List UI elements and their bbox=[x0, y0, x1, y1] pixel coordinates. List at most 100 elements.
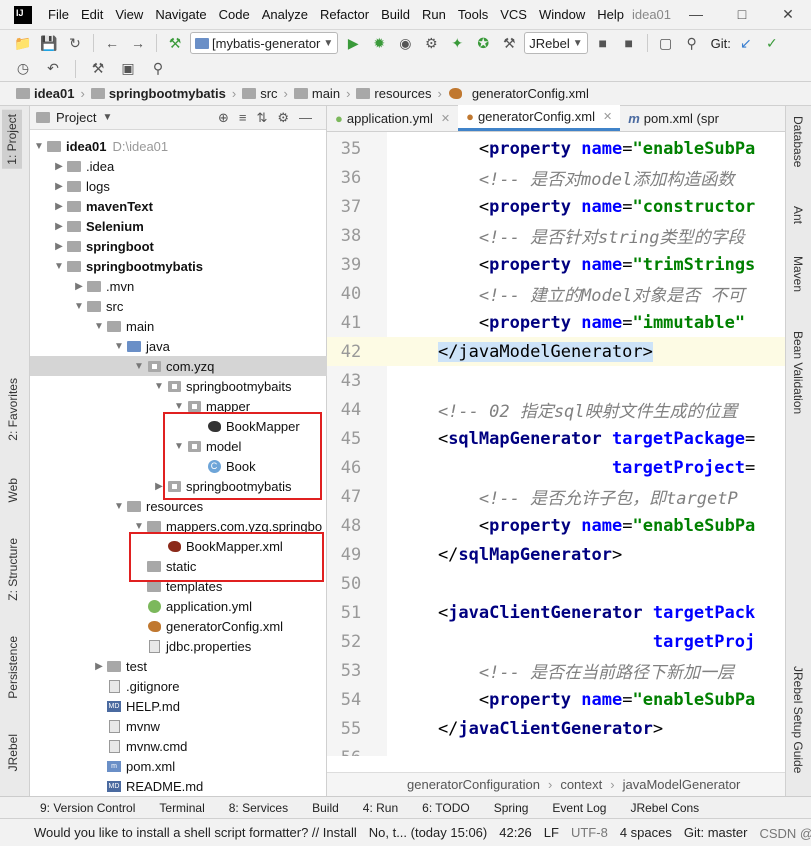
tree-item[interactable]: ▼ src bbox=[30, 296, 327, 316]
collapse-icon[interactable]: ≡ bbox=[239, 110, 247, 126]
tree-item[interactable]: jdbc.properties bbox=[30, 636, 327, 656]
code-line[interactable]: 49 </sqlMapGenerator> bbox=[327, 540, 785, 569]
breadcrumb-item[interactable]: resources bbox=[356, 86, 431, 101]
back-arrow-icon[interactable]: ← bbox=[101, 33, 123, 53]
git-commit-icon[interactable]: ✓ bbox=[761, 33, 783, 53]
editor-breadcrumb-item[interactable]: context bbox=[560, 777, 602, 792]
code-line[interactable]: 40 <!-- 建立的Model对象是否 不可 bbox=[327, 279, 785, 308]
tree-item[interactable]: ▼ springbootmybatis bbox=[30, 256, 327, 276]
tool-version-control[interactable]: 9: Version Control bbox=[40, 801, 135, 815]
code-line[interactable]: 37 <property name="constructor bbox=[327, 192, 785, 221]
tab-favorites[interactable]: 2: Favorites bbox=[6, 378, 20, 441]
breadcrumb-item[interactable]: main bbox=[293, 86, 340, 101]
tool-build[interactable]: Build bbox=[312, 801, 339, 815]
tab-ant[interactable]: Ant bbox=[791, 206, 805, 224]
tree-item[interactable]: generatorConfig.xml bbox=[30, 616, 327, 636]
tool-run[interactable]: 4: Run bbox=[363, 801, 398, 815]
menu-analyze[interactable]: Analyze bbox=[256, 7, 314, 22]
file-encoding[interactable]: UTF-8 bbox=[571, 825, 608, 840]
code-line[interactable]: 56 bbox=[327, 743, 785, 757]
tab-jrebel[interactable]: JRebel bbox=[6, 734, 20, 771]
tree-item[interactable]: ▶ springboot bbox=[30, 236, 327, 256]
tree-item[interactable]: m pom.xml bbox=[30, 756, 327, 776]
code-line[interactable]: 55 </javaClientGenerator> bbox=[327, 714, 785, 743]
close-icon[interactable]: ✕ bbox=[441, 112, 450, 125]
code-line[interactable]: 41 <property name="immutable" bbox=[327, 308, 785, 337]
breadcrumb-item[interactable]: springbootmybatis bbox=[90, 86, 226, 101]
search-everywhere-icon[interactable]: ⚲ bbox=[681, 33, 703, 53]
locate-icon[interactable]: ⊕ bbox=[218, 110, 229, 126]
code-line[interactable]: 51 <javaClientGenerator targetPack bbox=[327, 598, 785, 627]
run-icon[interactable]: ▶ bbox=[342, 33, 364, 53]
tab-project[interactable]: 1: Project bbox=[2, 110, 22, 169]
status-message[interactable]: Would you like to install a shell script… bbox=[34, 825, 357, 840]
menu-navigate[interactable]: Navigate bbox=[149, 7, 212, 22]
menu-tools[interactable]: Tools bbox=[452, 7, 494, 22]
tab-database[interactable]: Database bbox=[791, 116, 805, 167]
status-message-dismiss[interactable]: No, t... (today 15:06) bbox=[369, 825, 488, 840]
tab-structure[interactable]: Z: Structure bbox=[6, 538, 20, 601]
tab-application-yml[interactable]: ● application.yml ✕ bbox=[327, 105, 458, 131]
debug-bug-icon[interactable]: ✹ bbox=[368, 33, 390, 53]
code-line[interactable]: 44 <!-- 02 指定sql映射文件生成的位置 bbox=[327, 395, 785, 424]
tree-item[interactable]: ▶ mavenText bbox=[30, 196, 327, 216]
code-line[interactable]: 35 <property name="enableSubPa bbox=[327, 134, 785, 163]
tool-event-log[interactable]: Event Log bbox=[552, 801, 606, 815]
menu-view[interactable]: View bbox=[109, 7, 149, 22]
code-line[interactable]: 48 <property name="enableSubPa bbox=[327, 511, 785, 540]
project-view-selector[interactable]: Project bbox=[56, 110, 96, 125]
project-structure-icon[interactable]: ▣ bbox=[117, 59, 139, 79]
menu-run[interactable]: Run bbox=[416, 7, 452, 22]
code-area[interactable]: 35 <property name="enableSubPa 36 <!-- 是否… bbox=[327, 132, 785, 756]
tab-pom-xml[interactable]: m pom.xml (spr bbox=[620, 105, 727, 131]
tool-jrebel-console[interactable]: JRebel Cons bbox=[630, 801, 699, 815]
tree-item[interactable]: .gitignore bbox=[30, 676, 327, 696]
chevron-down-icon[interactable]: ▼ bbox=[102, 112, 112, 123]
tree-item[interactable]: ▼ springbootmybaits bbox=[30, 376, 327, 396]
tree-item[interactable]: ▶ test bbox=[30, 656, 327, 676]
line-separator[interactable]: LF bbox=[544, 825, 559, 840]
code-line[interactable]: 53 <!-- 是否在当前路径下新加一层 bbox=[327, 656, 785, 685]
profile-icon[interactable]: ⚙ bbox=[420, 33, 442, 53]
code-line[interactable]: 38 <!-- 是否针对string类型的字段 bbox=[327, 221, 785, 250]
rollback-icon[interactable]: ↶ bbox=[42, 59, 64, 79]
open-folder-icon[interactable]: 📁 bbox=[12, 33, 34, 53]
history-icon[interactable]: ◷ bbox=[12, 59, 34, 79]
menu-vcs[interactable]: VCS bbox=[494, 7, 533, 22]
tree-item[interactable]: ▶ .idea bbox=[30, 156, 327, 176]
code-line[interactable]: 52 targetProj bbox=[327, 627, 785, 656]
build-hammer-icon[interactable]: ⚒ bbox=[164, 33, 186, 53]
minimize-icon[interactable]: — bbox=[673, 0, 719, 30]
tree-item[interactable]: ▶ Selenium bbox=[30, 216, 327, 236]
code-line[interactable]: 47 <!-- 是否允许子包，即targetP bbox=[327, 482, 785, 511]
tree-item[interactable]: ▶ logs bbox=[30, 176, 327, 196]
jrebel-debug-icon[interactable]: ✪ bbox=[472, 33, 494, 53]
menu-edit[interactable]: Edit bbox=[75, 7, 109, 22]
code-line[interactable]: 45 <sqlMapGenerator targetPackage= bbox=[327, 424, 785, 453]
code-line[interactable]: 39 <property name="trimStrings bbox=[327, 250, 785, 279]
tool-todo[interactable]: 6: TODO bbox=[422, 801, 470, 815]
tree-item[interactable]: ▶ .mvn bbox=[30, 276, 327, 296]
sync-icon[interactable]: ↻ bbox=[64, 33, 86, 53]
breadcrumb-item[interactable]: generatorConfig.xml bbox=[448, 86, 589, 101]
tab-jrebel-setup-guide[interactable]: JRebel Setup Guide bbox=[791, 666, 805, 773]
git-branch[interactable]: Git: master bbox=[684, 825, 748, 840]
forward-arrow-icon[interactable]: → bbox=[127, 33, 149, 53]
code-line[interactable]: 46 targetProject= bbox=[327, 453, 785, 482]
stop-all-icon[interactable]: ■ bbox=[618, 33, 640, 53]
menu-window[interactable]: Window bbox=[533, 7, 591, 22]
tree-item[interactable]: application.yml bbox=[30, 596, 327, 616]
search-icon[interactable]: ⚲ bbox=[147, 59, 169, 79]
tree-item[interactable]: ▼ com.yzq bbox=[30, 356, 327, 376]
run-config-select[interactable]: [mybatis-generator ▼ bbox=[190, 32, 339, 54]
tree-item[interactable]: ▼ java bbox=[30, 336, 327, 356]
menu-build[interactable]: Build bbox=[375, 7, 416, 22]
menu-code[interactable]: Code bbox=[213, 7, 256, 22]
indent-setting[interactable]: 4 spaces bbox=[620, 825, 672, 840]
wrench-icon[interactable]: ⚒ bbox=[498, 33, 520, 53]
settings-wrench-icon[interactable]: ⚒ bbox=[87, 59, 109, 79]
tree-item[interactable]: ▼ main bbox=[30, 316, 327, 336]
jrebel-run-icon[interactable]: ✦ bbox=[446, 33, 468, 53]
tab-maven[interactable]: Maven bbox=[791, 256, 805, 292]
tool-services[interactable]: 8: Services bbox=[229, 801, 288, 815]
